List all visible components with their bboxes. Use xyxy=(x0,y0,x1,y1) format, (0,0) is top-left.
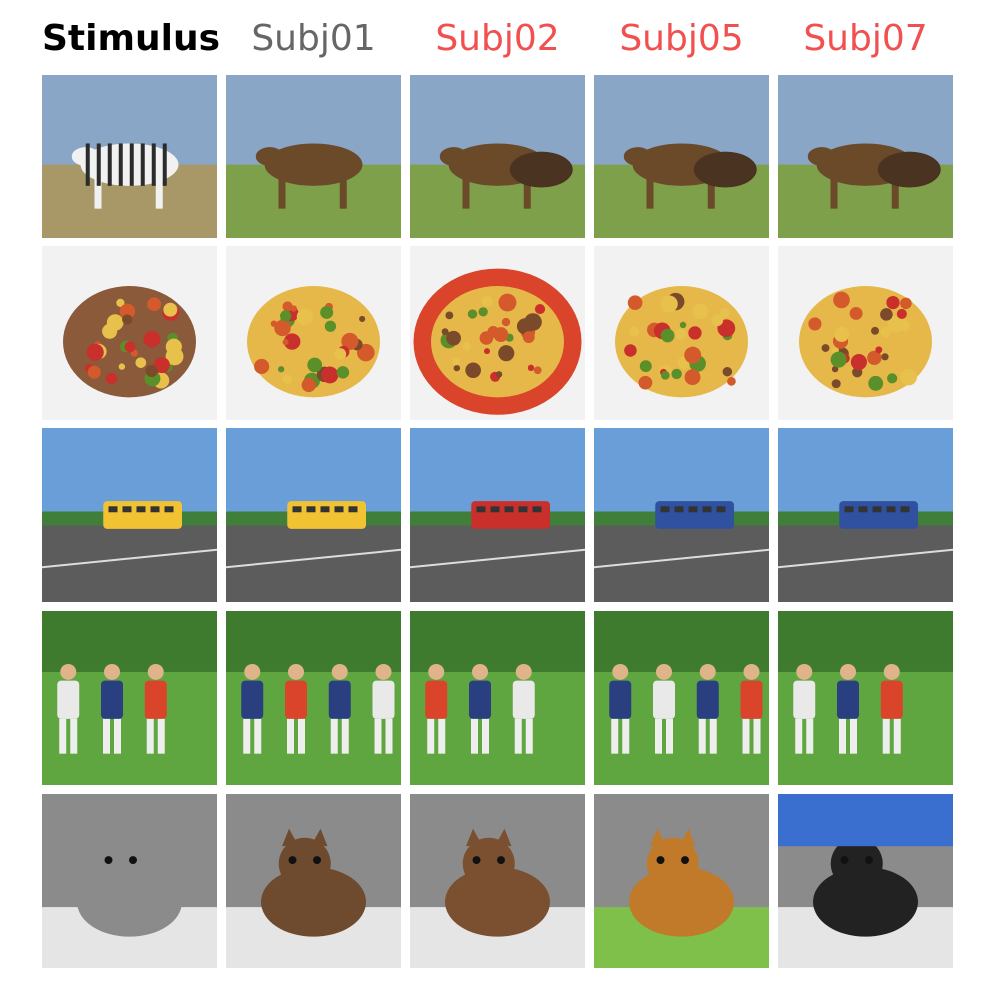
image-tile-zebra-horses-subj01 xyxy=(226,75,401,238)
image-tile-zebra-horses-subj02 xyxy=(410,75,585,238)
image-tile-zebra-horses-subj07 xyxy=(778,75,953,238)
image-tile-zebra-horses-stimulus xyxy=(42,75,217,238)
image-tile-cat-animals-subj05 xyxy=(594,794,769,968)
image-tile-cat-animals-subj07 xyxy=(778,794,953,968)
photo-cat-animals xyxy=(42,794,217,968)
photo-train-station xyxy=(594,428,769,602)
photo-food-plate xyxy=(410,246,585,420)
photo-cat-animals xyxy=(410,794,585,968)
photo-zebra-horses xyxy=(226,75,401,238)
image-tile-train-station-subj05 xyxy=(594,428,769,602)
photo-zebra-horses xyxy=(410,75,585,238)
photo-baseball-sports xyxy=(410,611,585,785)
photo-cat-animals xyxy=(226,794,401,968)
photo-train-station xyxy=(778,428,953,602)
photo-food-plate xyxy=(594,246,769,420)
column-header-subj07: Subj07 xyxy=(803,18,928,59)
image-tile-baseball-sports-subj05 xyxy=(594,611,769,785)
image-tile-zebra-horses-subj05 xyxy=(594,75,769,238)
image-tile-baseball-sports-subj01 xyxy=(226,611,401,785)
photo-food-plate xyxy=(778,246,953,420)
image-tile-cat-animals-subj01 xyxy=(226,794,401,968)
image-tile-train-station-subj07 xyxy=(778,428,953,602)
image-tile-food-plate-subj01 xyxy=(226,246,401,420)
photo-baseball-sports xyxy=(778,611,953,785)
image-tile-train-station-subj02 xyxy=(410,428,585,602)
photo-cat-animals xyxy=(778,794,953,968)
photo-train-station xyxy=(42,428,217,602)
photo-food-plate xyxy=(42,246,217,420)
image-tile-food-plate-subj02 xyxy=(410,246,585,420)
image-tile-food-plate-subj07 xyxy=(778,246,953,420)
figure-root: { "columns": [ {"label": "Stimulus", "co… xyxy=(0,0,1000,1000)
photo-baseball-sports xyxy=(226,611,401,785)
photo-baseball-sports xyxy=(42,611,217,785)
image-tile-baseball-sports-subj07 xyxy=(778,611,953,785)
photo-food-plate xyxy=(226,246,401,420)
image-tile-baseball-sports-stimulus xyxy=(42,611,217,785)
image-tile-train-station-stimulus xyxy=(42,428,217,602)
column-header-stimulus: Stimulus xyxy=(42,18,221,59)
image-tile-food-plate-subj05 xyxy=(594,246,769,420)
column-header-subj05: Subj05 xyxy=(619,18,744,59)
image-tile-cat-animals-subj02 xyxy=(410,794,585,968)
column-header-subj02: Subj02 xyxy=(435,18,560,59)
photo-baseball-sports xyxy=(594,611,769,785)
photo-train-station xyxy=(226,428,401,602)
image-tile-train-station-subj01 xyxy=(226,428,401,602)
photo-zebra-horses xyxy=(42,75,217,238)
image-tile-food-plate-stimulus xyxy=(42,246,217,420)
photo-train-station xyxy=(410,428,585,602)
photo-zebra-horses xyxy=(594,75,769,238)
image-tile-baseball-sports-subj02 xyxy=(410,611,585,785)
photo-cat-animals xyxy=(594,794,769,968)
image-tile-cat-animals-stimulus xyxy=(42,794,217,968)
column-header-subj01: Subj01 xyxy=(251,18,376,59)
photo-zebra-horses xyxy=(778,75,953,238)
